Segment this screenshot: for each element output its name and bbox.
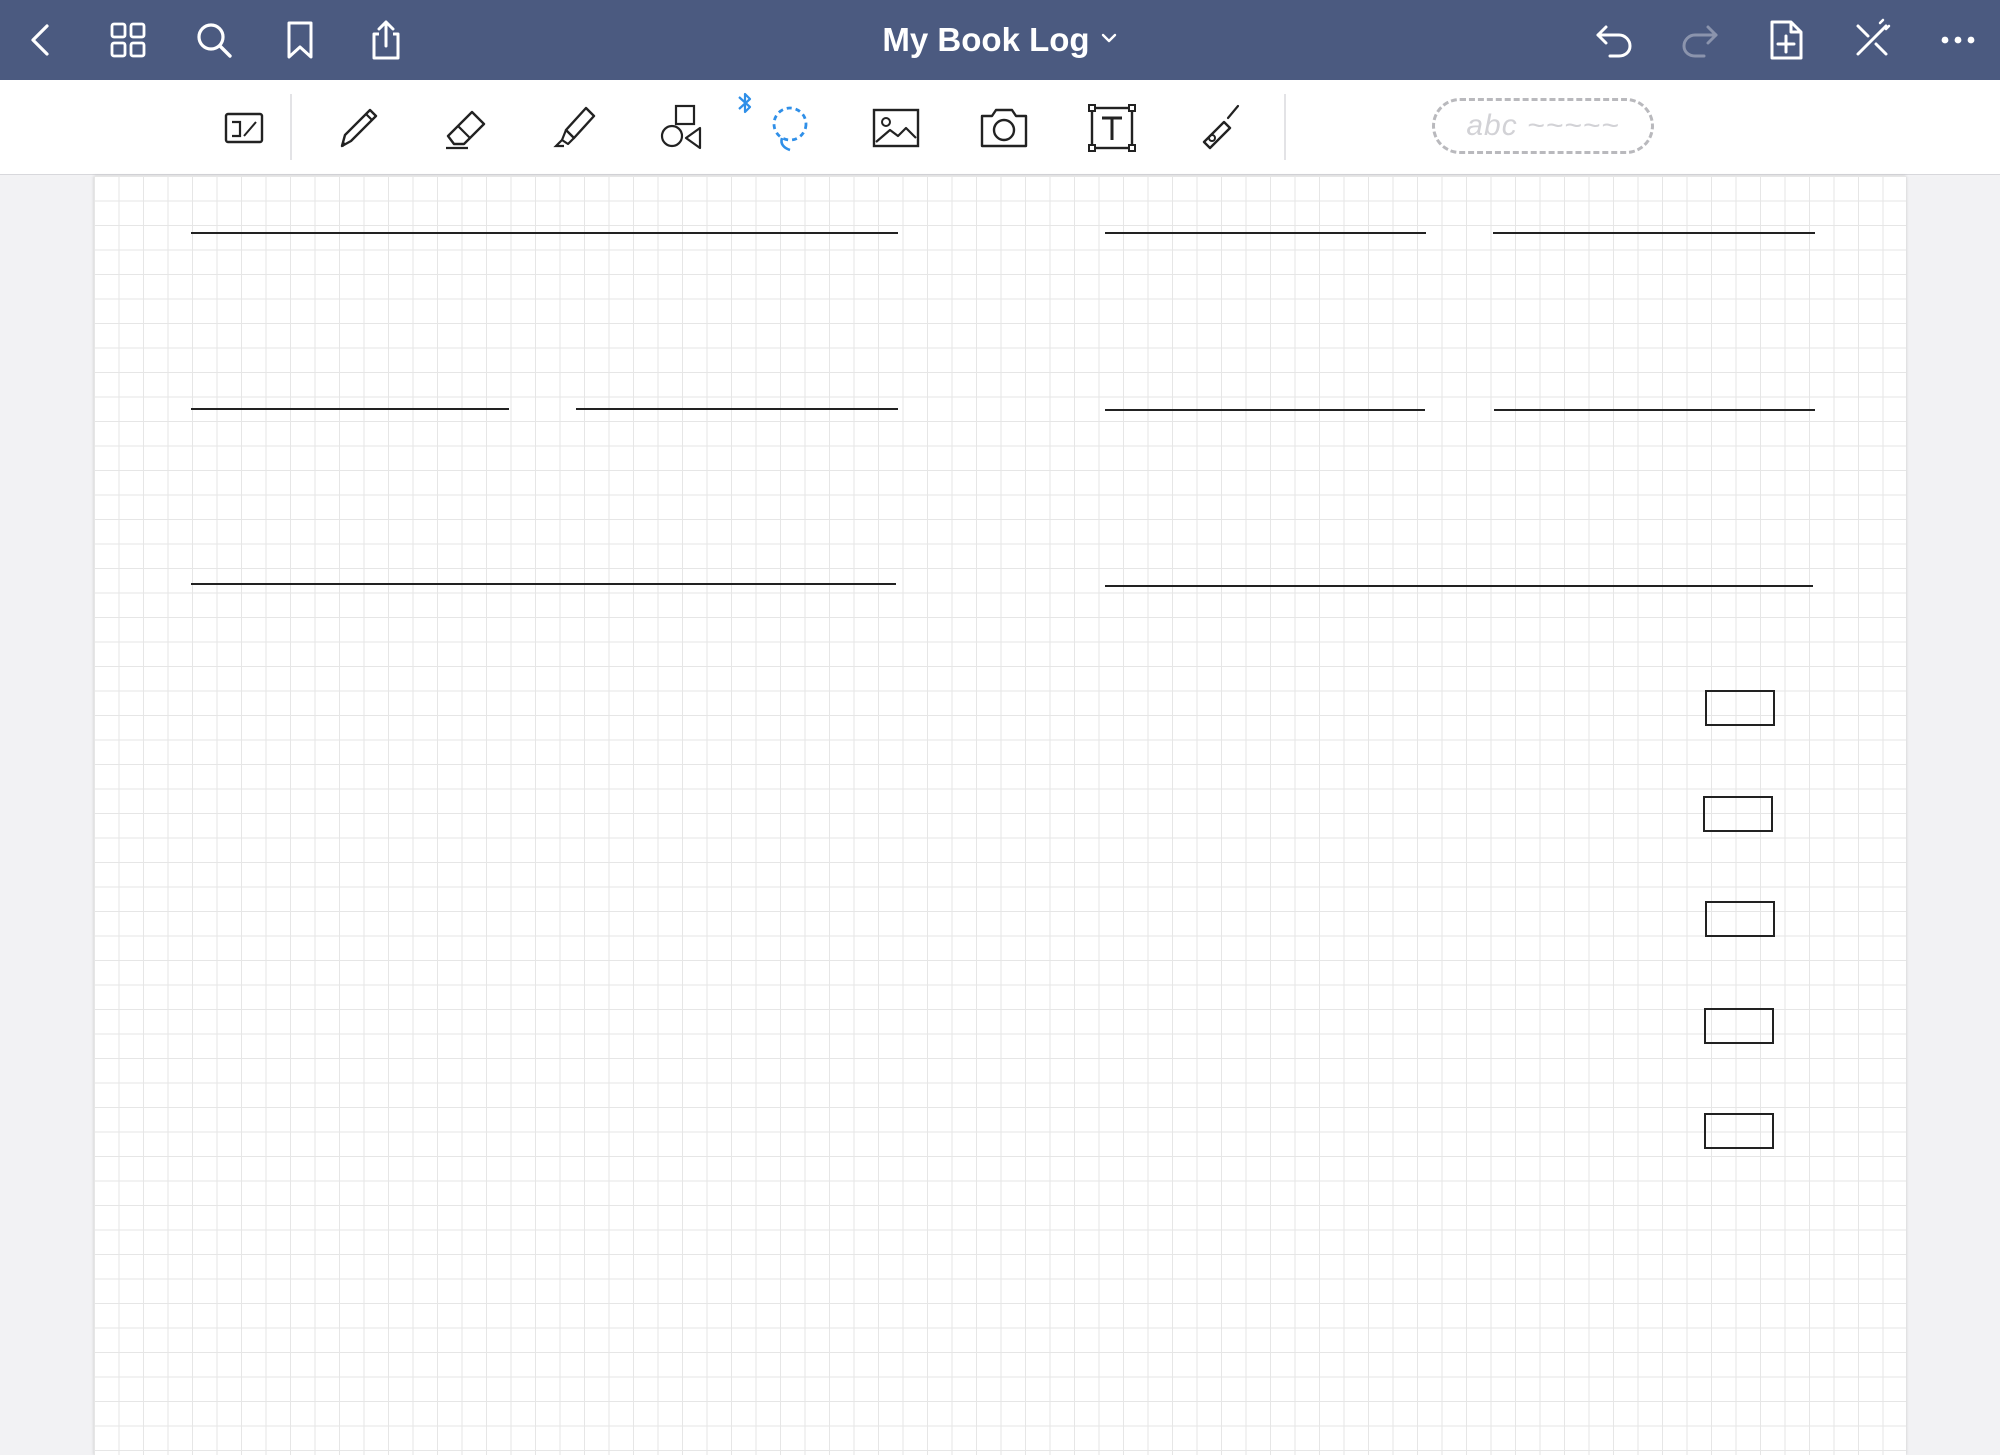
camera-tool[interactable] [972,98,1036,158]
form-line [1105,585,1813,587]
form-line [1105,409,1425,411]
handwriting-preview: abc ~~~~~ [1466,109,1620,142]
toolbar-divider [1284,94,1286,160]
laser-pointer-icon [1202,104,1240,150]
pen-icon [340,108,378,148]
checkbox[interactable] [1705,690,1775,726]
pen-off-button[interactable] [1844,12,1900,68]
lasso-icon [772,106,808,152]
chevron-down-icon [1100,29,1118,52]
read-mode-tool[interactable] [212,98,276,158]
handwriting-recognition-button[interactable]: abc ~~~~~ [1432,98,1654,154]
laser-pointer-tool[interactable] [1186,98,1250,158]
form-line [191,232,898,234]
checkbox[interactable] [1704,1113,1774,1149]
redo-icon [1682,25,1718,58]
read-mode-icon [224,112,264,144]
image-tool[interactable] [864,98,928,158]
grid-view-icon [110,22,146,58]
image-icon [872,108,920,148]
form-line [1105,232,1426,234]
redo-button[interactable] [1672,12,1728,68]
more-button[interactable] [1930,12,1986,68]
more-icon [1941,36,1975,44]
notebook-page[interactable] [94,176,1906,1455]
undo-icon [1596,25,1632,58]
tool-bar: abc ~~~~~ [0,80,2000,175]
checkbox[interactable] [1705,901,1775,937]
camera-icon [980,108,1028,148]
add-page-button[interactable] [1758,12,1814,68]
toolbar-divider [290,94,292,160]
back-icon [31,24,49,56]
share-icon [372,20,400,60]
text-box-tool[interactable] [1080,98,1144,158]
share-button[interactable] [358,12,414,68]
shapes-tool[interactable] [650,98,714,158]
document-title-dropdown[interactable]: My Book Log [860,14,1140,66]
form-line [1494,409,1815,411]
pen-tool[interactable] [326,98,390,158]
add-page-icon [1770,20,1803,60]
search-button[interactable] [186,12,242,68]
bluetooth-icon [734,90,756,116]
form-line [576,408,898,410]
eraser-tool[interactable] [434,98,498,158]
form-line [191,583,896,585]
highlighter-tool[interactable] [542,98,606,158]
pen-off-icon [1856,18,1891,56]
text-box-icon [1088,104,1136,152]
document-title: My Book Log [882,21,1090,58]
form-line [1493,232,1815,234]
eraser-icon [446,110,486,150]
back-button[interactable] [14,12,70,68]
highlighter-icon [553,106,596,148]
shapes-icon [660,104,702,150]
navigation-bar: My Book Log [0,0,2000,80]
undo-button[interactable] [1586,12,1642,68]
grid-view-button[interactable] [100,12,156,68]
bookmark-button[interactable] [272,12,328,68]
checkbox[interactable] [1703,796,1773,832]
search-icon [197,23,232,58]
lasso-tool[interactable] [756,98,820,158]
form-line [191,408,509,410]
checkbox[interactable] [1704,1008,1774,1044]
bookmark-icon [287,21,313,59]
